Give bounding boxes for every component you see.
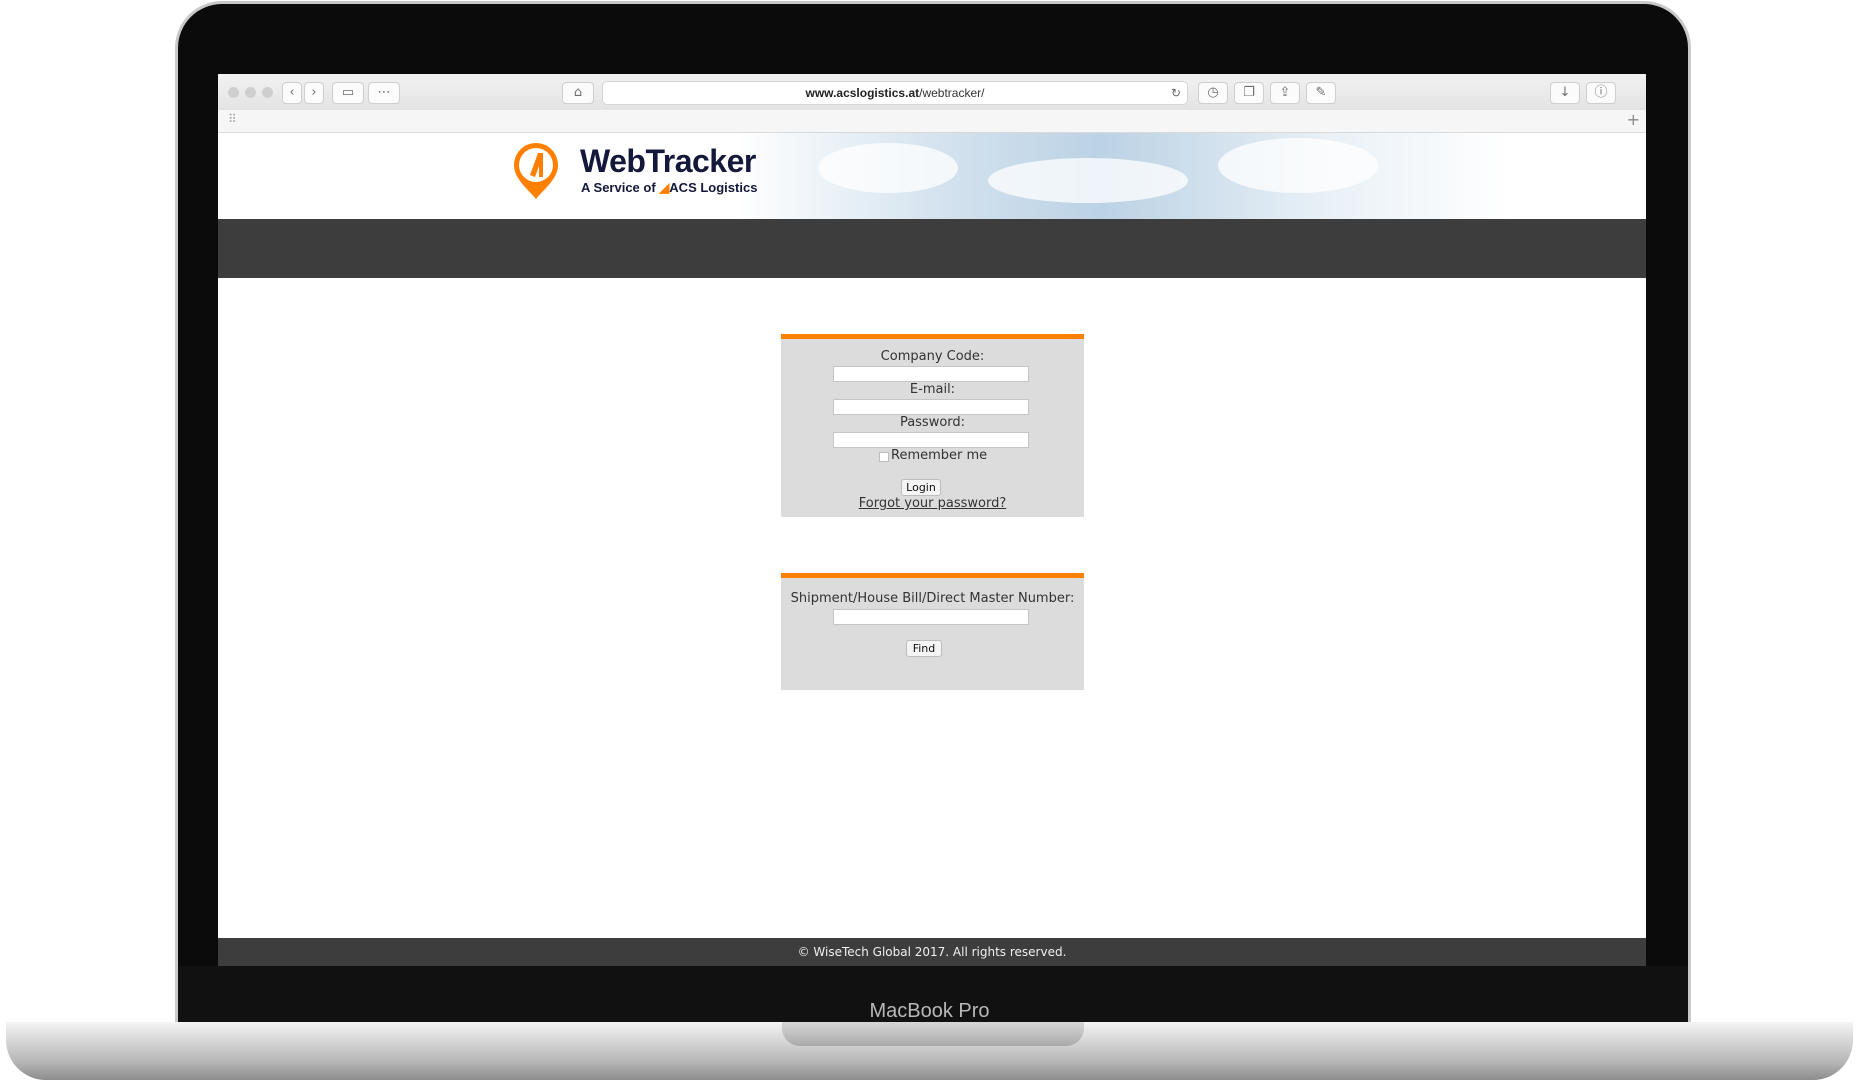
password-input[interactable] xyxy=(833,432,1029,448)
grid-icon[interactable]: ⋯ xyxy=(368,82,400,104)
laptop-notch xyxy=(782,1022,1084,1046)
close-window-dot[interactable] xyxy=(228,87,239,98)
bookmarks-bar: ⠿ + xyxy=(218,110,1646,133)
shipment-search-panel: Shipment/House Bill/Direct Master Number… xyxy=(781,573,1084,690)
bookmarks-grid-icon[interactable]: ⠿ xyxy=(228,112,237,126)
device-model-label: MacBook Pro xyxy=(869,1000,990,1022)
new-tab-icon[interactable]: + xyxy=(1627,110,1640,129)
email-input[interactable] xyxy=(833,399,1029,415)
download-icon[interactable]: ↓ xyxy=(1550,82,1580,104)
zoom-window-dot[interactable] xyxy=(262,87,273,98)
brand-name: WebTracker xyxy=(580,143,756,179)
acs-mark-icon: ◢ xyxy=(659,180,670,195)
login-panel: Company Code: E-mail: Password: Remember… xyxy=(781,334,1084,517)
main-content: Company Code: E-mail: Password: Remember… xyxy=(218,278,1646,938)
share-icon[interactable]: ⇪ xyxy=(1270,82,1300,104)
remember-me-checkbox[interactable] xyxy=(879,452,889,462)
navigation-bar xyxy=(218,219,1646,278)
brand-subtitle: A Service of ◢ACS Logistics xyxy=(581,180,757,196)
shipment-number-label: Shipment/House Bill/Direct Master Number… xyxy=(790,591,1075,606)
minimize-window-dot[interactable] xyxy=(245,87,256,98)
home-icon[interactable]: ⌂ xyxy=(562,82,594,104)
url-path: /webtracker/ xyxy=(919,86,985,100)
info-icon[interactable]: ⓘ xyxy=(1586,82,1616,104)
login-button[interactable]: Login xyxy=(901,479,941,496)
find-button[interactable]: Find xyxy=(906,640,942,657)
site-header: WebTracker A Service of ◢ACS Logistics xyxy=(218,133,1646,219)
reload-icon[interactable]: ↻ xyxy=(1171,82,1181,104)
forgot-password-link[interactable]: Forgot your password? xyxy=(781,496,1084,511)
company-code-label: Company Code: xyxy=(880,349,985,364)
browser-window: ‹ › ▭ ⋯ ⌂ www.acslogistics.at/webtracker… xyxy=(218,74,1646,966)
address-bar[interactable]: www.acslogistics.at/webtracker/ ↻ xyxy=(602,81,1188,105)
sky-banner xyxy=(738,133,1646,219)
sidebar-icon[interactable]: ▭ xyxy=(332,82,364,104)
shipment-number-input[interactable] xyxy=(833,609,1029,625)
tabs-icon[interactable]: ❐ xyxy=(1234,82,1264,104)
remember-me-label: Remember me xyxy=(891,448,988,463)
password-label: Password: xyxy=(899,415,966,430)
browser-toolbar: ‹ › ▭ ⋯ ⌂ www.acslogistics.at/webtracker… xyxy=(218,74,1646,111)
brand-sub-company: ACS Logistics xyxy=(669,180,758,195)
url-domain: www.acslogistics.at xyxy=(805,86,920,100)
edit-icon[interactable]: ✎ xyxy=(1306,82,1336,104)
back-icon[interactable]: ‹ xyxy=(282,82,302,104)
forward-icon[interactable]: › xyxy=(304,82,324,104)
history-icon[interactable]: ◷ xyxy=(1198,82,1228,104)
company-code-input[interactable] xyxy=(833,366,1029,382)
email-label: E-mail: xyxy=(909,382,956,397)
brand-sub-prefix: A Service of xyxy=(581,180,656,195)
page-footer: © WiseTech Global 2017. All rights reser… xyxy=(218,938,1646,966)
